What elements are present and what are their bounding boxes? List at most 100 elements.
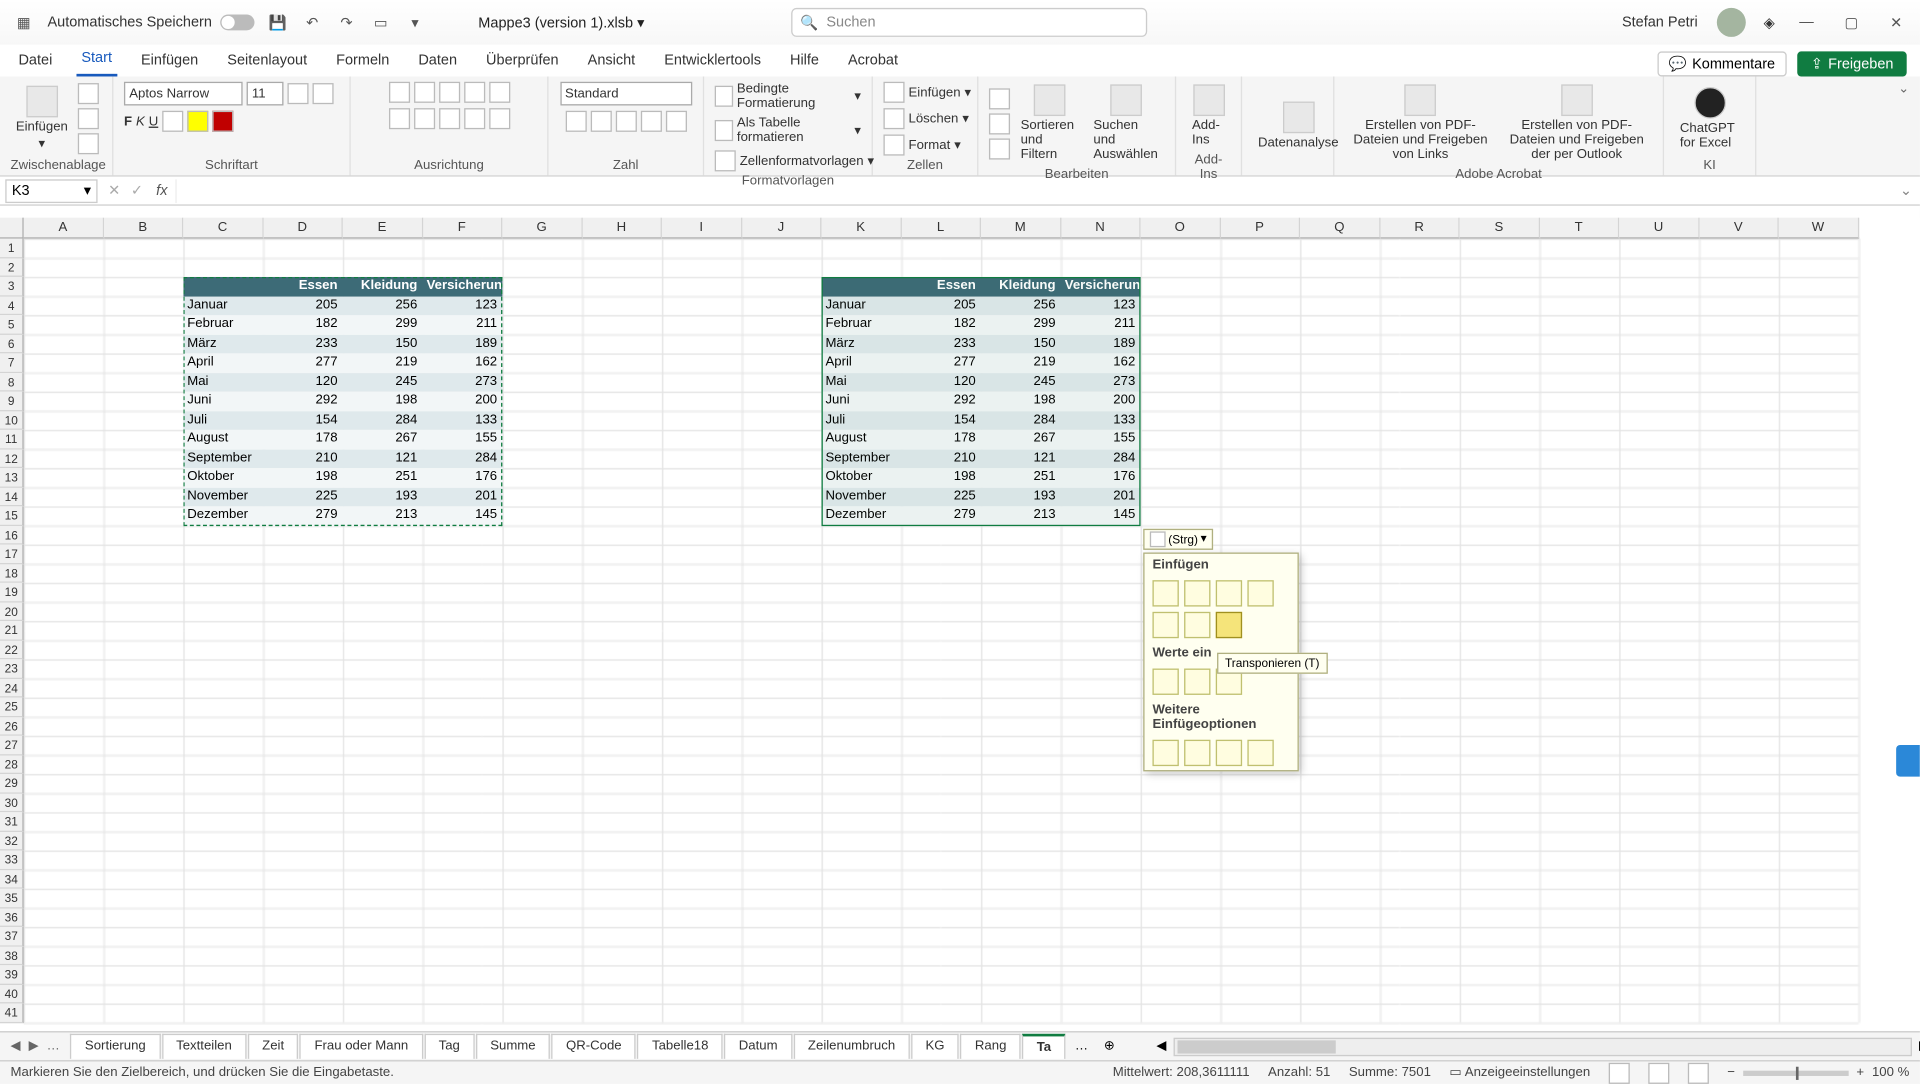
sheet-tab[interactable]: Tabelle18 <box>637 1034 722 1059</box>
collapse-ribbon-icon[interactable]: ⌄ <box>1888 76 1920 175</box>
side-panel-icon[interactable] <box>1896 745 1920 777</box>
acrobat-link-button[interactable]: Erstellen von PDF-Dateien und Freigeben … <box>1345 82 1496 165</box>
tab-prev-icon[interactable]: ◀ <box>11 1039 21 1054</box>
align-center-icon[interactable] <box>413 108 434 129</box>
view-normal-icon[interactable] <box>1609 1062 1630 1083</box>
expand-fbar-icon[interactable]: ⌄ <box>1892 182 1920 199</box>
align-right-icon[interactable] <box>438 108 459 129</box>
italic-button[interactable]: K <box>136 114 145 129</box>
find-select-button[interactable]: Suchen und Auswählen <box>1088 82 1164 165</box>
kommentare-button[interactable]: 💬Kommentare <box>1657 51 1787 76</box>
sheet-tab[interactable]: Summe <box>476 1034 550 1059</box>
sheet-tab[interactable]: Textteilen <box>162 1034 247 1059</box>
horizontal-scrollbar[interactable]: ◀▶ <box>1174 1037 1912 1055</box>
username[interactable]: Stefan Petri <box>1622 15 1698 31</box>
paste-formulas-icon[interactable] <box>1184 580 1210 606</box>
paste-keep-source-fmt-icon[interactable] <box>1247 580 1273 606</box>
sheet-tab[interactable]: Tag <box>424 1034 474 1059</box>
minimize-button[interactable]: — <box>1793 15 1819 31</box>
save-icon[interactable]: 💾 <box>267 12 288 33</box>
tab-hilfe[interactable]: Hilfe <box>785 47 825 76</box>
als-tabelle-button[interactable]: Als Tabelle formatieren ▾ <box>715 116 861 145</box>
scroll-left-icon[interactable]: ◀ <box>1156 1038 1166 1053</box>
tab-daten[interactable]: Daten <box>413 47 462 76</box>
font-size-combo[interactable]: 11 <box>247 82 284 106</box>
percent-icon[interactable] <box>590 111 611 132</box>
tab-seitenlayout[interactable]: Seitenlayout <box>222 47 312 76</box>
thousands-icon[interactable] <box>615 111 636 132</box>
search-box[interactable]: 🔍 Suchen <box>791 8 1147 37</box>
column-headers[interactable]: ABCDEFGHIJKLMNOPQRSTUVW <box>24 218 1859 239</box>
currency-icon[interactable] <box>565 111 586 132</box>
paste-values-icon[interactable] <box>1152 668 1178 694</box>
sheet-tab[interactable]: Zeilenumbruch <box>793 1034 909 1059</box>
close-button[interactable]: ✕ <box>1883 14 1909 31</box>
increase-font-icon[interactable] <box>287 83 308 104</box>
font-name-combo[interactable]: Aptos Narrow <box>124 82 243 106</box>
paste-picture-icon[interactable] <box>1216 739 1242 765</box>
paste-values-numfmt-icon[interactable] <box>1184 668 1210 694</box>
filename[interactable]: Mappe3 (version 1).xlsb ▾ <box>478 14 644 31</box>
tab-more-icon[interactable]: … <box>47 1039 60 1054</box>
underline-button[interactable]: U <box>149 114 159 129</box>
redo-icon[interactable]: ↷ <box>336 12 357 33</box>
cancel-icon[interactable]: ✕ <box>108 182 120 199</box>
fill-icon[interactable] <box>989 113 1010 134</box>
chatgpt-button[interactable]: ChatGPT for Excel <box>1675 84 1745 153</box>
zoom-slider[interactable]: −+100 % <box>1727 1065 1909 1080</box>
new-sheet-icon[interactable]: ⊕ <box>1096 1039 1123 1054</box>
sort-filter-button[interactable]: Sortieren und Filtern <box>1015 82 1082 165</box>
align-top-icon[interactable] <box>388 82 409 103</box>
autosave-toggle[interactable]: Automatisches Speichern <box>47 15 254 31</box>
sheet-tab[interactable]: Zeit <box>248 1034 299 1059</box>
view-pagebreak-icon[interactable] <box>1688 1062 1709 1083</box>
paste-button[interactable]: Einfügen▾ <box>11 83 74 154</box>
align-mid-icon[interactable] <box>413 82 434 103</box>
clear-icon[interactable] <box>989 138 1010 159</box>
border-icon[interactable] <box>162 111 183 132</box>
sheet-tab[interactable]: Frau oder Mann <box>300 1034 423 1059</box>
paste-no-borders-icon[interactable] <box>1152 611 1178 637</box>
avatar[interactable] <box>1716 8 1745 37</box>
paste-keep-colwidth-icon[interactable] <box>1184 611 1210 637</box>
tab-ueberpruefen[interactable]: Überprüfen <box>481 47 564 76</box>
row-headers[interactable]: 1234567891011121314151617181920212223242… <box>0 239 24 1023</box>
inc-decimal-icon[interactable] <box>640 111 661 132</box>
camera-icon[interactable]: ▭ <box>370 12 391 33</box>
tab-start[interactable]: Start <box>76 45 117 77</box>
font-color-icon[interactable] <box>212 111 233 132</box>
autosum-icon[interactable] <box>989 88 1010 109</box>
paste-linked-picture-icon[interactable] <box>1247 739 1273 765</box>
cut-icon[interactable] <box>78 83 99 104</box>
fx-icon[interactable]: fx <box>156 183 167 199</box>
cells-delete-button[interactable]: Löschen ▾ <box>883 108 969 129</box>
formula-input[interactable] <box>175 179 1892 203</box>
maximize-button[interactable]: ▢ <box>1838 14 1864 31</box>
decrease-font-icon[interactable] <box>313 83 334 104</box>
orientation-icon[interactable] <box>463 82 484 103</box>
cells-insert-button[interactable]: Einfügen ▾ <box>883 82 971 103</box>
name-box[interactable]: K3▾ <box>5 179 97 203</box>
tab-ansicht[interactable]: Ansicht <box>582 47 640 76</box>
sheet-tab[interactable]: Sortierung <box>70 1034 160 1059</box>
indent-inc-icon[interactable] <box>489 108 510 129</box>
undo-icon[interactable]: ↶ <box>302 12 323 33</box>
tab-formeln[interactable]: Formeln <box>331 47 395 76</box>
qat-more-icon[interactable]: ▾ <box>404 12 425 33</box>
bold-button[interactable]: F <box>124 114 132 129</box>
indent-dec-icon[interactable] <box>463 108 484 129</box>
freigeben-button[interactable]: ⇪Freigeben <box>1798 51 1907 76</box>
sheet-tab[interactable]: Datum <box>724 1034 792 1059</box>
paste-transpose-icon[interactable] <box>1216 611 1242 637</box>
paste-link-icon[interactable] <box>1184 739 1210 765</box>
view-layout-icon[interactable] <box>1648 1062 1669 1083</box>
tab-acrobat[interactable]: Acrobat <box>843 47 904 76</box>
dec-decimal-icon[interactable] <box>665 111 686 132</box>
display-settings-button[interactable]: ▭ Anzeigeeinstellungen <box>1449 1065 1590 1080</box>
spreadsheet-grid[interactable]: ABCDEFGHIJKLMNOPQRSTUVW 1234567891011121… <box>0 218 1920 1032</box>
fill-color-icon[interactable] <box>187 111 208 132</box>
diamond-icon[interactable]: ◈ <box>1764 14 1775 31</box>
datenanalyse-button[interactable]: Datenanalyse <box>1253 99 1344 153</box>
align-bot-icon[interactable] <box>438 82 459 103</box>
tab-datei[interactable]: Datei <box>13 47 57 76</box>
